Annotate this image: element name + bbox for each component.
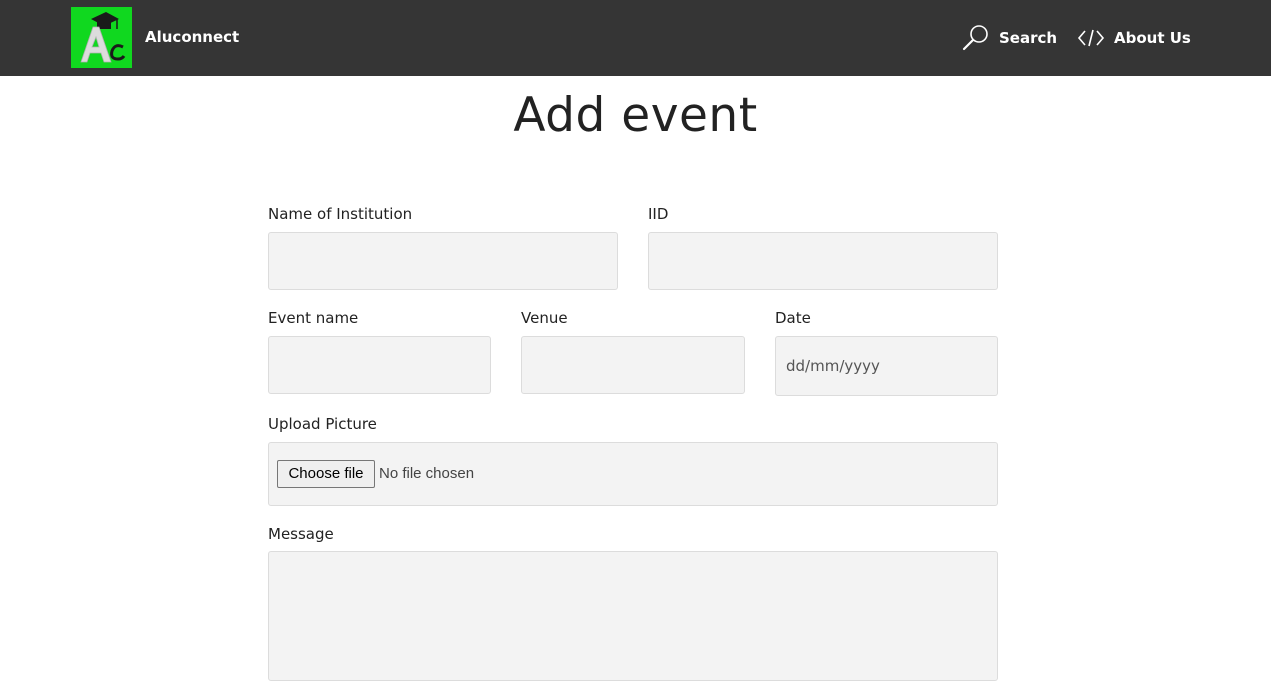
upload-label: Upload Picture — [268, 415, 377, 433]
aluconnect-logo[interactable] — [71, 7, 132, 68]
message-textarea[interactable] — [268, 551, 998, 681]
brand-name[interactable]: Aluconnect — [145, 28, 239, 46]
nav-about-link[interactable]: About Us — [1077, 24, 1191, 52]
event-name-input[interactable] — [268, 336, 491, 394]
institution-label: Name of Institution — [268, 205, 413, 223]
iid-input[interactable] — [648, 232, 998, 290]
date-placeholder: dd/mm/yyyy — [786, 357, 880, 375]
graduation-cap-logo-icon — [80, 12, 126, 63]
choose-file-button[interactable]: Choose file — [277, 460, 375, 488]
date-label: Date — [775, 309, 811, 327]
upload-file-field: Choose file No file chosen — [268, 442, 998, 506]
top-navbar: Aluconnect Search About Us — [0, 0, 1271, 76]
institution-input[interactable] — [268, 232, 618, 290]
search-icon — [962, 25, 988, 51]
nav-search-link[interactable]: Search — [962, 24, 1057, 52]
page-title: Add event — [513, 88, 758, 143]
date-input[interactable]: dd/mm/yyyy — [775, 336, 998, 396]
no-file-text: No file chosen — [379, 465, 475, 482]
code-icon — [1077, 29, 1105, 47]
event-name-label: Event name — [268, 309, 359, 327]
message-label: Message — [268, 525, 334, 543]
nav-about-label: About Us — [1114, 29, 1191, 47]
nav-search-label: Search — [999, 29, 1058, 47]
iid-label: IID — [648, 205, 669, 223]
venue-label: Venue — [521, 309, 568, 327]
venue-input[interactable] — [521, 336, 745, 394]
